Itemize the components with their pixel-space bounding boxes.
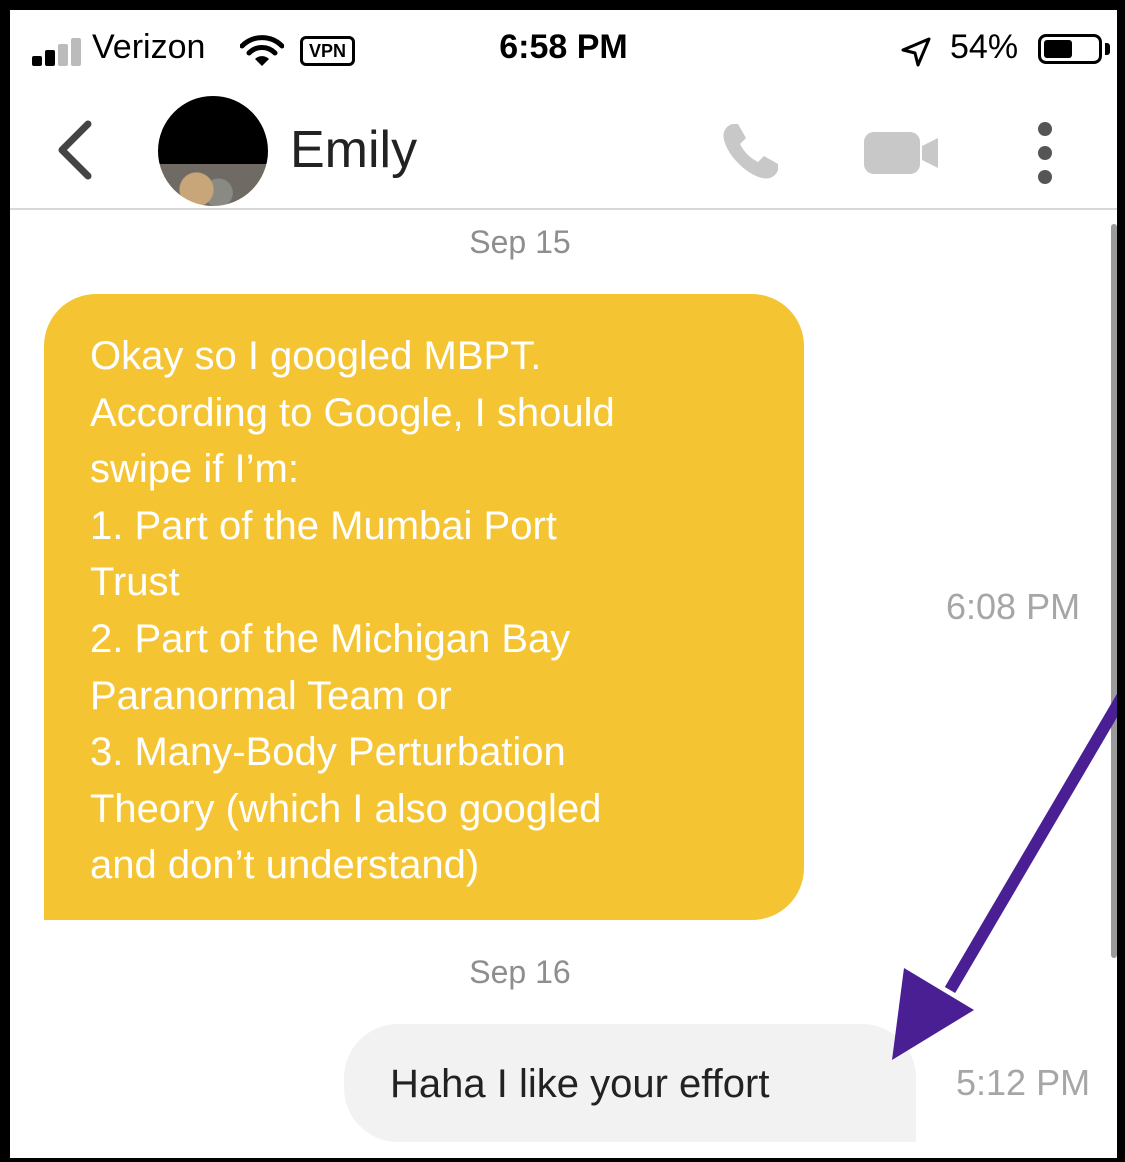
chevron-left-icon[interactable] bbox=[52, 118, 96, 182]
battery-percentage: 54% bbox=[950, 28, 1019, 66]
battery-level-fill bbox=[1044, 40, 1073, 58]
battery-tip bbox=[1105, 43, 1110, 55]
contact-name[interactable]: Emily bbox=[290, 120, 417, 180]
date-separator: Sep 15 bbox=[469, 224, 571, 260]
location-arrow-icon bbox=[901, 37, 931, 67]
incoming-message-bubble[interactable]: Okay so I googled MBPT. According to Goo… bbox=[44, 294, 804, 920]
chat-header: Emily bbox=[10, 90, 1117, 210]
date-separator: Sep 16 bbox=[469, 954, 571, 990]
message-timestamp: 5:12 PM bbox=[956, 1062, 1091, 1103]
message-timestamp: 6:08 PM bbox=[946, 586, 1081, 627]
message-text: Haha I like your effort bbox=[390, 1062, 770, 1106]
video-camera-icon[interactable] bbox=[862, 126, 942, 180]
phone-icon[interactable] bbox=[718, 120, 784, 184]
scrollbar[interactable] bbox=[1111, 224, 1117, 958]
outgoing-message-bubble[interactable]: Haha I like your effort bbox=[344, 1024, 916, 1142]
message-text: Okay so I googled MBPT. According to Goo… bbox=[90, 334, 615, 888]
phone-screen: Verizon VPN 6:58 PM 54% Emily Sep 15 Oka… bbox=[10, 10, 1117, 1158]
battery-icon bbox=[1038, 34, 1102, 64]
more-vertical-icon[interactable] bbox=[1030, 120, 1060, 190]
status-bar: Verizon VPN 6:58 PM 54% bbox=[10, 10, 1117, 90]
avatar[interactable] bbox=[158, 96, 268, 206]
